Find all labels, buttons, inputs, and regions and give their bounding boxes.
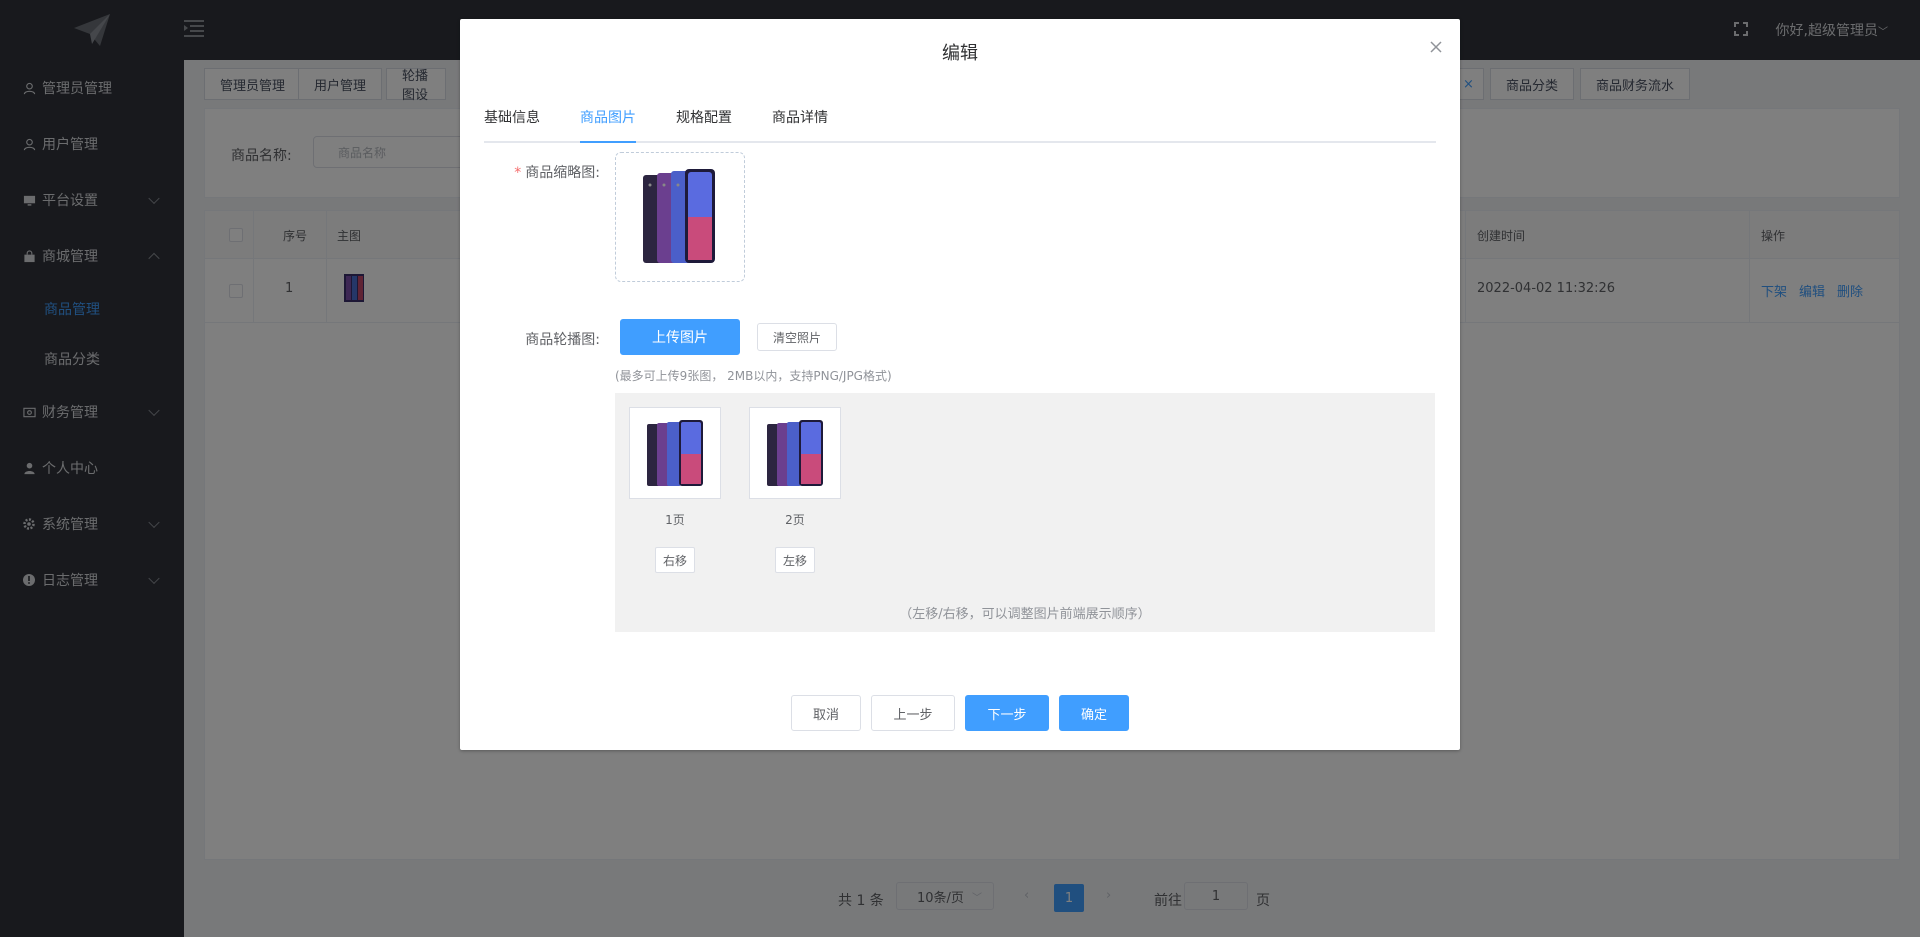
move-right-button[interactable]: 右移	[655, 547, 696, 573]
carousel-image-1[interactable]	[629, 407, 721, 499]
carousel-image-1-label: 1页	[665, 513, 685, 527]
edit-dialog: 编辑 基础信息 商品图片 规格配置 商品详情 * 商品缩略图: 商品轮播图: 上传…	[460, 19, 1460, 750]
clear-images-button[interactable]: 清空照片	[757, 323, 837, 351]
confirm-button[interactable]: 确定	[1059, 695, 1129, 731]
dialog-tabs: 基础信息 商品图片 规格配置 商品详情	[484, 103, 1436, 143]
thumbnail-uploader[interactable]	[615, 152, 745, 282]
dialog-title: 编辑	[942, 43, 978, 64]
thumb-label: * 商品缩略图:	[500, 162, 600, 182]
required-marker: *	[514, 165, 522, 181]
carousel-image-2[interactable]	[749, 407, 841, 499]
close-icon[interactable]	[1428, 39, 1444, 55]
carousel-image-2-label: 2页	[785, 513, 805, 527]
tab-specs[interactable]: 规格配置	[676, 103, 732, 143]
tab-product-images[interactable]: 商品图片	[580, 103, 636, 143]
cancel-button[interactable]: 取消	[791, 695, 861, 731]
upload-image-button[interactable]: 上传图片	[620, 319, 740, 355]
gallery-note: （左移/右移，可以调整图片前端展示顺序）	[899, 607, 1151, 622]
carousel-gallery: 1页 右移 2页 左移 （左移/右移，可以调整图片前端展示顺序）	[615, 393, 1435, 632]
next-step-button[interactable]: 下一步	[965, 695, 1049, 731]
move-left-button[interactable]: 左移	[775, 547, 816, 573]
active-tab-indicator	[580, 141, 636, 143]
phone-image	[767, 420, 823, 486]
prev-step-button[interactable]: 上一步	[871, 695, 955, 731]
tab-basic-info[interactable]: 基础信息	[484, 103, 540, 143]
tab-details[interactable]: 商品详情	[772, 103, 828, 143]
product-thumbnail-image	[643, 169, 715, 263]
phone-image	[647, 420, 703, 486]
thumb-label-text: 商品缩略图:	[525, 165, 600, 181]
upload-hint: (最多可上传9张图， 2MB以内，支持PNG/JPG格式)	[615, 369, 892, 383]
carousel-label: 商品轮播图:	[525, 332, 600, 348]
